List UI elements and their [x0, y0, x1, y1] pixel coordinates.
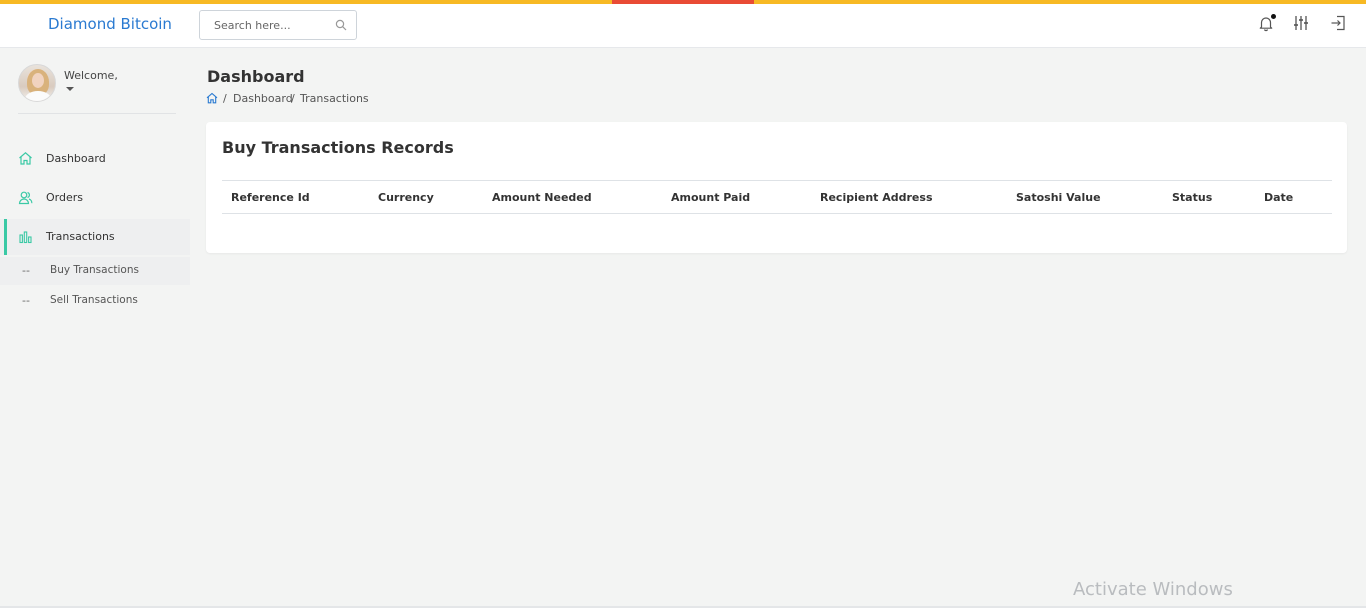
activate-windows-watermark: Activate Windows [1073, 579, 1233, 600]
column-header-amount-needed[interactable]: Amount Needed [492, 191, 592, 204]
column-header-amount-paid[interactable]: Amount Paid [671, 191, 750, 204]
search-box[interactable] [199, 10, 357, 40]
sidebar-item-dashboard[interactable]: Dashboard [0, 141, 190, 177]
notification-dot [1271, 14, 1276, 19]
transactions-card: Buy Transactions Records Reference Id Cu… [206, 122, 1347, 253]
sidebar-subitem-sell-transactions[interactable]: -- Sell Transactions [0, 290, 190, 312]
home-icon[interactable] [206, 92, 218, 104]
sidebar-subitem-label: Sell Transactions [50, 294, 138, 306]
sidebar-item-transactions[interactable]: Transactions [0, 219, 190, 255]
search-icon[interactable] [335, 19, 347, 31]
breadcrumb-separator: / [223, 92, 227, 105]
notifications-button[interactable] [1257, 14, 1276, 32]
breadcrumb-dashboard[interactable]: Dashboard [233, 92, 293, 105]
column-header-satoshi-value[interactable]: Satoshi Value [1016, 191, 1101, 204]
column-header-status[interactable]: Status [1172, 191, 1212, 204]
chevron-down-icon[interactable] [66, 87, 74, 91]
column-header-currency[interactable]: Currency [378, 191, 434, 204]
breadcrumb-transactions: Transactions [300, 92, 369, 105]
submenu-dash: -- [22, 264, 30, 277]
brand-title[interactable]: Diamond Bitcoin [48, 15, 172, 33]
welcome-text: Welcome, [64, 69, 118, 82]
avatar[interactable] [18, 64, 56, 102]
submenu-dash: -- [22, 294, 30, 307]
settings-button[interactable] [1292, 14, 1310, 32]
sidebar-item-label: Transactions [46, 230, 115, 243]
column-header-recipient-address[interactable]: Recipient Address [820, 191, 933, 204]
column-header-reference-id[interactable]: Reference Id [231, 191, 310, 204]
sidebar-item-label: Dashboard [46, 152, 106, 165]
sidebar-item-orders[interactable]: Orders [0, 180, 190, 216]
logout-icon [1331, 15, 1345, 31]
breadcrumb-separator: / [291, 92, 295, 105]
users-icon [18, 191, 33, 205]
sidebar-subitem-buy-transactions[interactable]: -- Buy Transactions [0, 260, 190, 282]
card-title: Buy Transactions Records [222, 138, 454, 157]
user-profile: Welcome, [18, 64, 176, 114]
sidebar-subitem-label: Buy Transactions [50, 264, 139, 276]
table-header: Reference Id Currency Amount Needed Amou… [222, 180, 1332, 214]
sidebar-item-label: Orders [46, 191, 83, 204]
topbar: Diamond Bitcoin [0, 4, 1366, 48]
page-title: Dashboard [207, 67, 305, 86]
home-icon [19, 152, 32, 165]
column-header-date[interactable]: Date [1264, 191, 1293, 204]
logout-button[interactable] [1329, 14, 1347, 32]
bar-chart-icon [19, 231, 32, 244]
main-content: Dashboard / Dashboard / Transactions Buy… [192, 48, 1366, 608]
sidebar: Welcome, Dashboard Orders Transactions -… [0, 48, 192, 608]
sliders-icon [1294, 16, 1308, 30]
search-input[interactable] [200, 11, 328, 39]
